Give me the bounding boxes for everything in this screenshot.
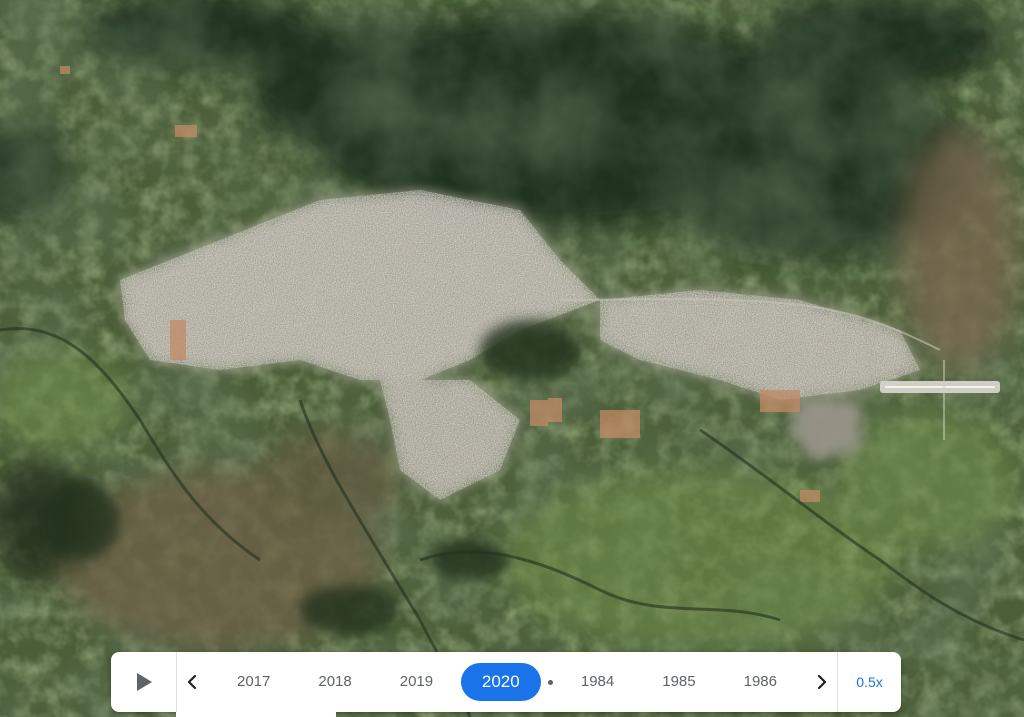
year-option-1985[interactable]: 1985: [642, 663, 716, 701]
timelapse-timeline: 2017 2018 2019 2020 1984 1985 1986 0.5x: [111, 652, 901, 712]
satellite-map[interactable]: [0, 0, 1024, 717]
year-option-1986[interactable]: 1986: [723, 663, 797, 701]
year-option-1984[interactable]: 1984: [561, 663, 635, 701]
year-option-2019[interactable]: 2019: [379, 663, 453, 701]
speed-button[interactable]: 0.5x: [837, 652, 901, 712]
previous-year-button[interactable]: [177, 652, 207, 712]
year-option-selected[interactable]: 2020: [460, 663, 541, 701]
year-list: 2017 2018 2019 2020 1984 1985 1986: [207, 652, 807, 712]
year-option-2018[interactable]: 2018: [298, 663, 372, 701]
next-year-button[interactable]: [807, 652, 837, 712]
chevron-right-icon: [817, 674, 827, 690]
loop-separator-dot: [548, 679, 554, 685]
play-button[interactable]: [111, 652, 177, 712]
chevron-left-icon: [187, 674, 197, 690]
play-icon: [136, 673, 152, 691]
year-option-2017[interactable]: 2017: [217, 663, 291, 701]
timeline-progress-strip: [176, 712, 336, 717]
